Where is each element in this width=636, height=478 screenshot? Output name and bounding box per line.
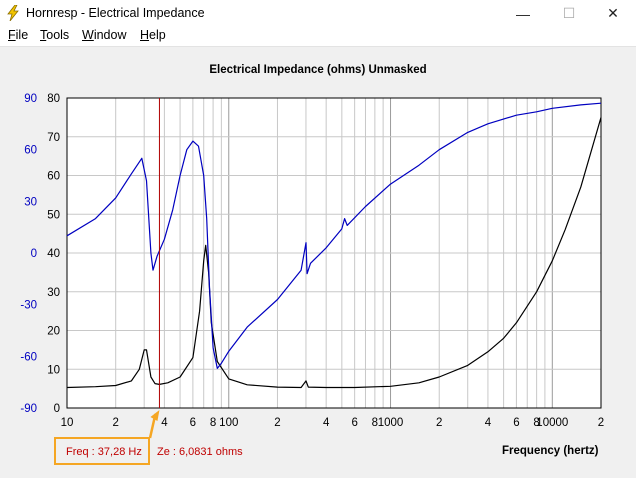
right-tick-label: 0 (31, 248, 37, 260)
highlight-arrow-head (150, 410, 160, 421)
frequency-highlight-box (54, 437, 150, 465)
left-tick-label: 20 (47, 326, 60, 338)
right-tick-label: -90 (20, 403, 37, 415)
x-tick-label: 100 (219, 417, 238, 429)
right-tick-label: 30 (24, 196, 37, 208)
x-tick-label: 2 (274, 417, 280, 429)
x-tick-label: 10 (61, 417, 74, 429)
right-tick-label: 60 (24, 145, 37, 157)
right-tick-label: 90 (24, 93, 37, 105)
left-tick-label: 70 (47, 132, 60, 144)
x-tick-label: 2 (112, 417, 118, 429)
x-tick-label: 2 (598, 417, 604, 429)
x-tick-label: 4 (323, 417, 330, 429)
left-tick-label: 80 (47, 93, 60, 105)
left-tick-label: 0 (54, 403, 60, 415)
x-tick-label: 2 (436, 417, 442, 429)
x-tick-label: 10000 (536, 417, 568, 429)
impedance-chart[interactable]: 01020304050607080-90-60-30030609010 2 4 6 8 1… (0, 0, 636, 478)
x-tick-label: 6 (513, 417, 519, 429)
x-tick-label: 1000 (378, 417, 404, 429)
left-tick-label: 30 (47, 287, 60, 299)
left-tick-label: 60 (47, 171, 60, 183)
x-tick-label: 4 (485, 417, 492, 429)
left-tick-label: 10 (47, 364, 60, 376)
impedance-readout: Ze : 6,0831 ohms (157, 446, 243, 458)
x-tick-label: 8 (210, 417, 216, 429)
left-tick-label: 40 (47, 248, 60, 260)
x-tick-label: 6 (190, 417, 196, 429)
left-tick-label: 50 (47, 209, 60, 221)
x-axis-title: Frequency (hertz) (502, 445, 599, 457)
x-tick-label: 6 (351, 417, 357, 429)
x-tick-label: 4 (161, 417, 168, 429)
right-tick-label: -60 (20, 351, 37, 363)
right-tick-label: -30 (20, 300, 37, 312)
